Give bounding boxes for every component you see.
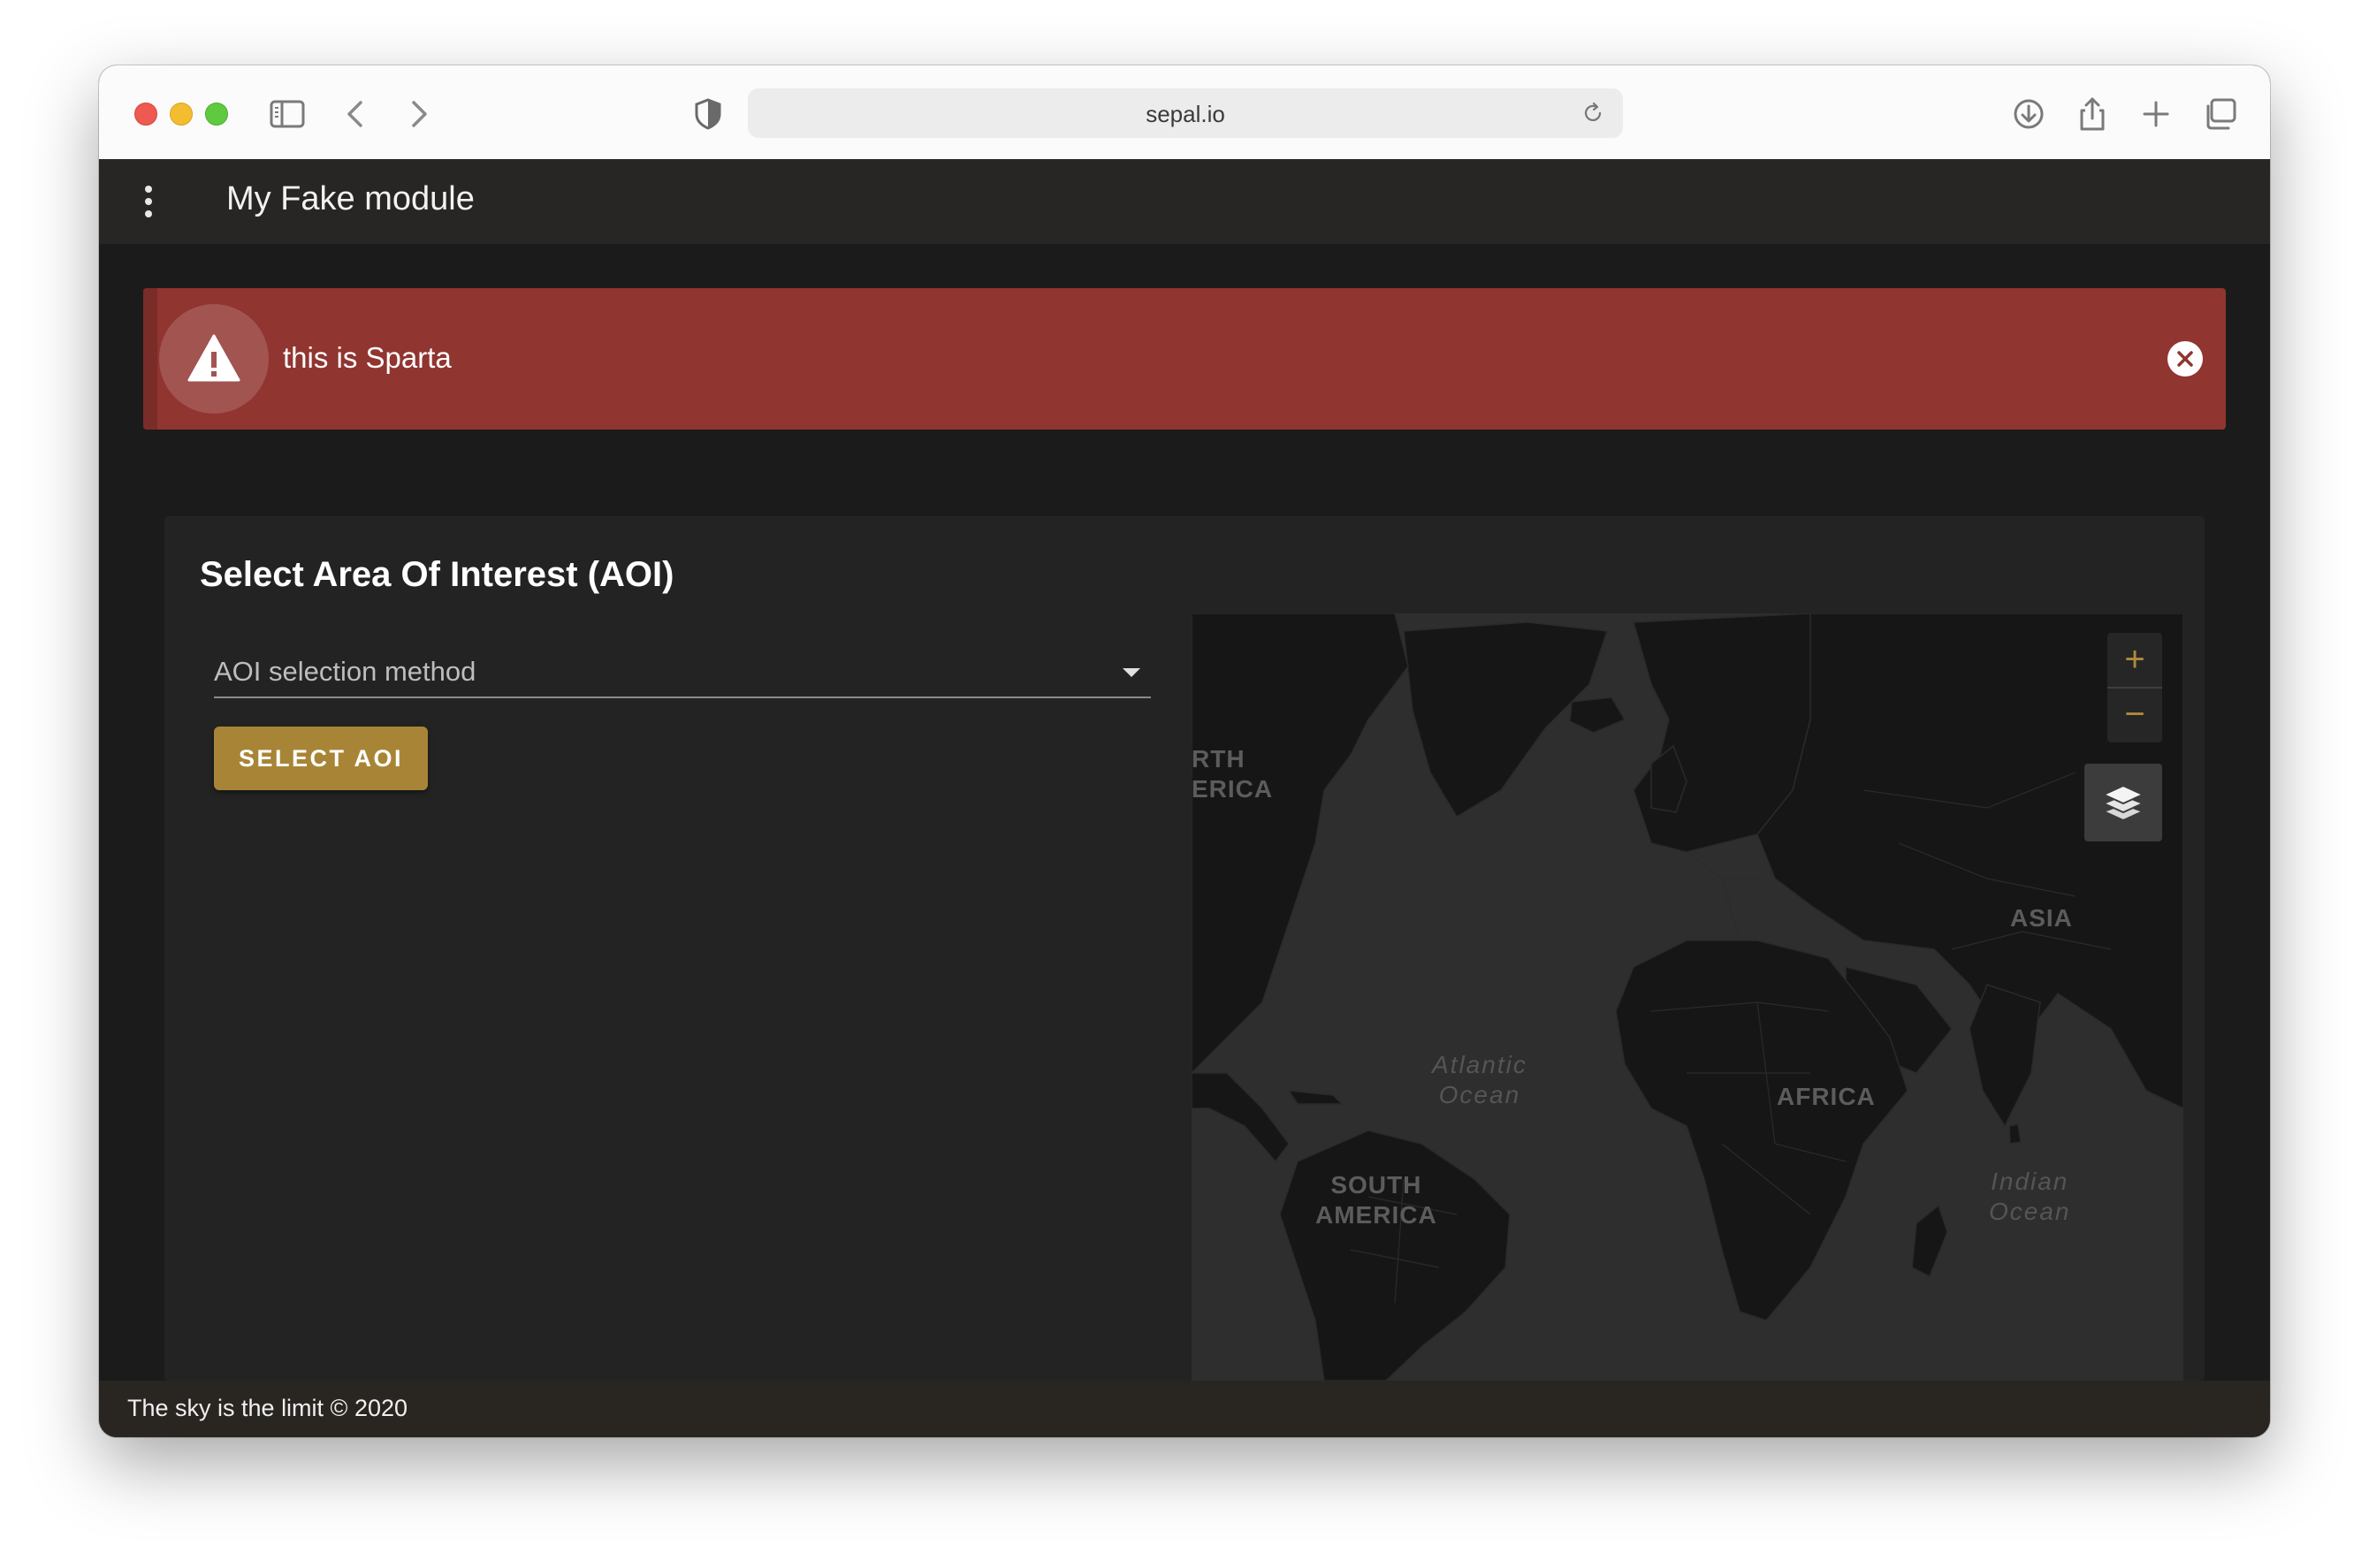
download-icon[interactable] xyxy=(2010,95,2047,133)
menu-icon[interactable] xyxy=(143,186,154,217)
zoom-in-button[interactable]: + xyxy=(2107,633,2162,689)
warning-icon xyxy=(159,304,269,414)
sidebar-toggle-icon[interactable] xyxy=(269,95,306,133)
alert-stripe xyxy=(143,288,157,430)
chevron-down-icon xyxy=(1123,668,1140,677)
reload-icon[interactable] xyxy=(1581,101,1605,126)
back-icon[interactable] xyxy=(338,95,375,133)
zoom-control: + − xyxy=(2107,633,2162,742)
new-tab-icon[interactable] xyxy=(2137,95,2175,133)
select-label: AOI selection method xyxy=(214,656,476,687)
footer-text: The sky is the limit © 2020 xyxy=(127,1395,408,1421)
app-footer: The sky is the limit © 2020 xyxy=(99,1381,2270,1437)
maximize-window-button[interactable] xyxy=(205,103,228,126)
layers-icon xyxy=(2101,784,2145,822)
shield-icon[interactable] xyxy=(689,95,727,133)
world-map[interactable]: RTH ERICA ASIA Atlantic Ocean AFRICA SOU… xyxy=(1192,613,2183,1381)
map-label-atlantic: Atlantic Ocean xyxy=(1432,1051,1527,1108)
map-label-asia: ASIA xyxy=(2010,904,2073,932)
card-title: Select Area Of Interest (AOI) xyxy=(200,555,674,594)
forward-icon[interactable] xyxy=(400,95,437,133)
map-label-indian: Indian Ocean xyxy=(1989,1168,2071,1225)
share-icon[interactable] xyxy=(2074,95,2111,133)
aoi-method-select[interactable]: AOI selection method xyxy=(214,647,1151,698)
url-text: sepal.io xyxy=(1146,101,1225,127)
browser-window: sepal.io My Fake module this is Sparta S… xyxy=(99,65,2270,1437)
map-label-north-america: RTH ERICA xyxy=(1192,745,1274,803)
error-alert: this is Sparta xyxy=(143,288,2226,430)
aoi-card: Select Area Of Interest (AOI) AOI select… xyxy=(164,516,2205,1381)
close-alert-icon[interactable] xyxy=(2167,341,2203,377)
app-header: My Fake module xyxy=(99,159,2270,244)
layers-button[interactable] xyxy=(2084,764,2162,841)
minimize-window-button[interactable] xyxy=(170,103,193,126)
map-label-africa: AFRICA xyxy=(1777,1083,1876,1110)
address-bar[interactable]: sepal.io xyxy=(748,88,1623,138)
app-title: My Fake module xyxy=(226,180,475,217)
browser-toolbar: sepal.io xyxy=(99,65,2270,161)
zoom-out-button[interactable]: − xyxy=(2107,688,2162,742)
map-label-south-america: SOUTH AMERICA xyxy=(1315,1171,1437,1229)
alert-message: this is Sparta xyxy=(283,341,452,374)
select-aoi-button[interactable]: SELECT AOI xyxy=(214,727,428,790)
main-content: this is Sparta Select Area Of Interest (… xyxy=(99,244,2270,1381)
close-window-button[interactable] xyxy=(134,103,157,126)
map-tiles xyxy=(1192,613,2183,1381)
tab-overview-icon[interactable] xyxy=(2201,95,2238,133)
